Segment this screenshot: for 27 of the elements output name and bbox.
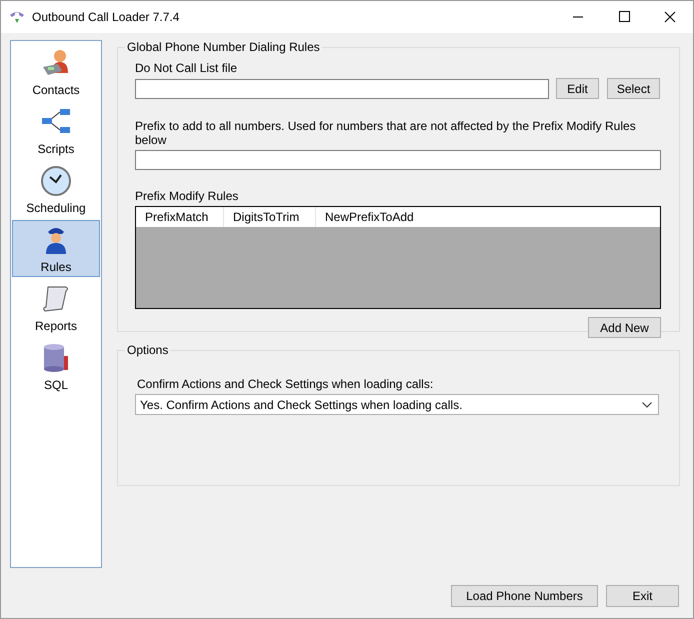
confirm-dropdown[interactable]: Yes. Confirm Actions and Check Settings when loading calls.	[135, 394, 659, 415]
column-header[interactable]: NewPrefixToAdd	[316, 207, 414, 227]
field-label: Confirm Actions and Check Settings when loading calls:	[137, 377, 434, 391]
sidebar-item[interactable]: Contacts	[12, 43, 100, 100]
file-path-field[interactable]	[135, 78, 549, 98]
action-button[interactable]: Edit	[556, 78, 599, 99]
group-title: Global Phone Number Dialing Rules	[126, 40, 321, 54]
clock-icon	[40, 165, 72, 197]
sidebar-item[interactable]: Scripts	[12, 102, 100, 159]
footer-button[interactable]: Load Phone Numbers	[451, 585, 598, 607]
action-button[interactable]: Select	[607, 78, 660, 99]
field-label: Do Not Call List file	[135, 61, 238, 75]
column-header[interactable]: PrefixMatch	[136, 207, 224, 227]
prefix-field[interactable]	[135, 150, 661, 170]
table-label: Prefix Modify Rules	[135, 189, 240, 203]
sidebar-item[interactable]: SQL	[12, 338, 100, 395]
sidebar-item[interactable]: Reports	[12, 279, 100, 336]
add-new-button[interactable]: Add New	[588, 317, 661, 338]
column-header[interactable]: DigitsToTrim	[224, 207, 316, 227]
footer-button[interactable]: Exit	[606, 585, 679, 607]
chevron-down-icon	[642, 402, 652, 408]
phone-icon	[8, 9, 26, 25]
sidebar-item[interactable]: Scheduling	[12, 161, 100, 218]
sidebar-item[interactable]: Rules	[12, 220, 100, 277]
window-title: Outbound Call Loader 7.7.4	[32, 10, 180, 24]
group-title: Options	[126, 343, 170, 357]
field-label: Prefix to add to all numbers. Used for numbers that are not affected by the Prefix Modify Rules below	[135, 119, 637, 147]
